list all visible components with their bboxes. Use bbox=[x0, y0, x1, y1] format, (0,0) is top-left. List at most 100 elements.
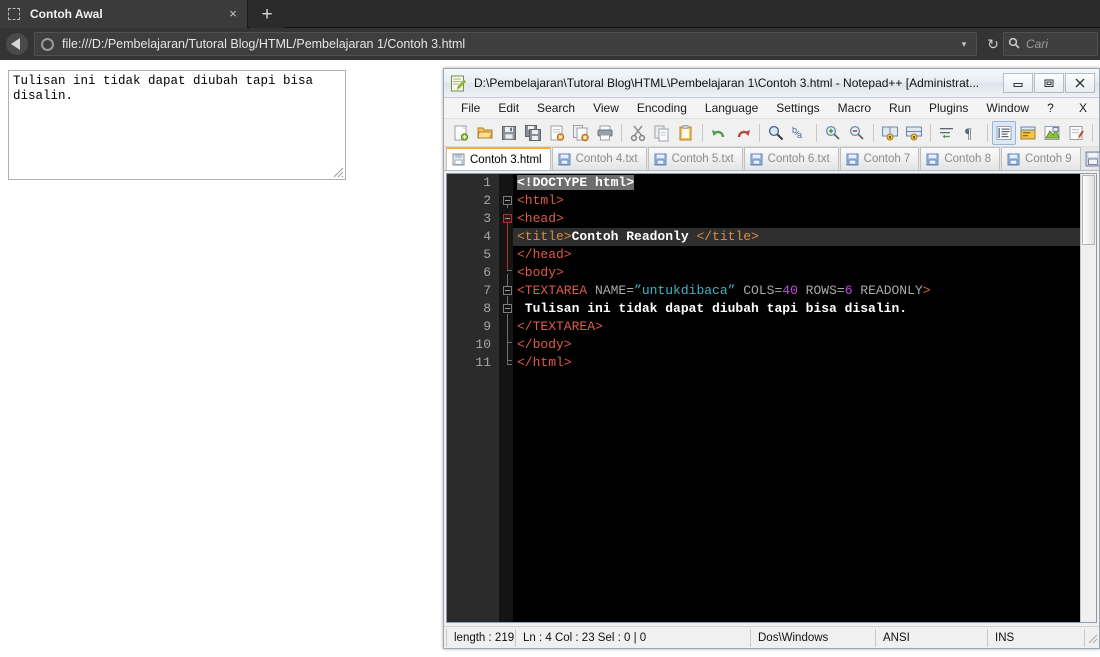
doc-tab-contoh-6-txt[interactable]: Contoh 6.txt bbox=[743, 147, 839, 170]
fold-toggle-line-3[interactable] bbox=[503, 214, 512, 223]
menu-file[interactable]: File bbox=[452, 98, 489, 119]
close-all-icon[interactable] bbox=[569, 121, 593, 145]
code-line-text: <title>Contoh Readonly </title> bbox=[517, 229, 759, 244]
blank-favicon-icon bbox=[8, 8, 20, 20]
menu-plugins[interactable]: Plugins bbox=[920, 98, 977, 119]
menu-settings[interactable]: Settings bbox=[767, 98, 828, 119]
browser-tab[interactable]: Contoh Awal × bbox=[0, 0, 248, 28]
undo-icon[interactable] bbox=[707, 121, 731, 145]
user-define-dialog-icon[interactable] bbox=[1016, 121, 1040, 145]
line-number: 5 bbox=[483, 247, 491, 262]
reload-icon[interactable]: ↻ bbox=[983, 36, 1003, 53]
code-line-1[interactable]: <!DOCTYPE html> bbox=[513, 174, 1080, 192]
doc-tab-contoh-3-html[interactable]: Contoh 3.html bbox=[446, 147, 551, 170]
status-caret-position: Ln : 4 Col : 23 Sel : 0 | 0 bbox=[516, 628, 751, 647]
fold-toggle-line-2[interactable] bbox=[503, 196, 512, 205]
doc-tab-contoh-8[interactable]: Contoh 8 bbox=[920, 147, 1001, 170]
print-icon[interactable] bbox=[593, 121, 617, 145]
code-line-5[interactable]: </head> bbox=[513, 246, 1080, 264]
code-line-8[interactable]: Tulisan ini tidak dapat diubah tapi bisa… bbox=[513, 300, 1080, 318]
new-file-icon[interactable] bbox=[449, 121, 473, 145]
code-line-2[interactable]: <html> bbox=[513, 192, 1080, 210]
document-icon bbox=[654, 153, 667, 165]
svg-text:a: a bbox=[797, 130, 802, 140]
fold-toggle-line-7[interactable] bbox=[503, 304, 512, 313]
code-editor[interactable]: 1 2 3 4 5 6 7 8 9 10 11 <!DOCTYPE html> … bbox=[446, 173, 1097, 623]
line-number: 2 bbox=[483, 193, 491, 208]
code-line-7[interactable]: <TEXTAREA NAME=”untukdibaca” COLS=40 ROW… bbox=[513, 282, 1080, 300]
function-list-icon[interactable] bbox=[1064, 121, 1088, 145]
menu-view[interactable]: View bbox=[584, 98, 628, 119]
address-bar[interactable]: file:///D:/Pembelajaran/Tutoral Blog/HTM… bbox=[34, 32, 977, 56]
doc-tab-contoh-4-txt[interactable]: Contoh 4.txt bbox=[551, 147, 647, 170]
sync-h-scroll-icon[interactable] bbox=[902, 121, 926, 145]
indent-guide-icon[interactable] bbox=[992, 120, 1016, 145]
document-icon bbox=[1007, 153, 1020, 165]
browser-tab-title: Contoh Awal bbox=[30, 7, 103, 21]
code-line-3[interactable]: <head> bbox=[513, 210, 1080, 228]
zoom-out-icon[interactable] bbox=[845, 121, 869, 145]
sync-v-scroll-icon[interactable] bbox=[878, 121, 902, 145]
restore-button[interactable] bbox=[1034, 73, 1064, 93]
window-resize-grip[interactable] bbox=[1085, 631, 1099, 645]
paste-icon[interactable] bbox=[674, 121, 698, 145]
copy-icon[interactable] bbox=[650, 121, 674, 145]
code-folding-margin[interactable] bbox=[499, 174, 513, 622]
doc-tab-contoh-7[interactable]: Contoh 7 bbox=[839, 147, 920, 170]
close-document-button[interactable]: X bbox=[1073, 101, 1099, 115]
editor-vertical-scrollbar[interactable] bbox=[1080, 174, 1096, 622]
cut-icon[interactable] bbox=[626, 121, 650, 145]
back-button-icon[interactable] bbox=[0, 28, 34, 60]
code-line-4[interactable]: <title>Contoh Readonly </title> bbox=[513, 228, 1080, 246]
replace-icon[interactable]: ba bbox=[788, 121, 812, 145]
menu-help[interactable]: ? bbox=[1038, 98, 1063, 119]
identity-circle-icon[interactable] bbox=[41, 37, 54, 51]
document-icon bbox=[926, 153, 939, 165]
code-line-text: </html> bbox=[517, 355, 572, 370]
menu-language[interactable]: Language bbox=[696, 98, 767, 119]
fold-toggle-line-6[interactable] bbox=[503, 286, 512, 295]
line-number: 3 bbox=[483, 211, 491, 226]
scrollbar-thumb[interactable] bbox=[1082, 175, 1095, 245]
word-wrap-icon[interactable] bbox=[935, 121, 959, 145]
toolbar-separator bbox=[816, 123, 817, 142]
save-icon[interactable] bbox=[497, 121, 521, 145]
code-line-text: </head> bbox=[517, 247, 572, 262]
close-file-icon[interactable] bbox=[545, 121, 569, 145]
code-line-11[interactable]: </html> bbox=[513, 354, 1080, 372]
doc-tab-contoh-5-txt[interactable]: Contoh 5.txt bbox=[647, 147, 743, 170]
search-bar[interactable]: Cari bbox=[1003, 32, 1098, 56]
new-tab-button[interactable]: + bbox=[250, 2, 284, 28]
document-icon bbox=[750, 153, 763, 165]
doc-tab-contoh-9[interactable]: Contoh 9 bbox=[1001, 147, 1081, 170]
document-icon bbox=[452, 153, 465, 166]
chevron-down-icon[interactable]: ▾ bbox=[956, 39, 972, 50]
menu-edit[interactable]: Edit bbox=[489, 98, 528, 119]
close-tab-icon[interactable]: × bbox=[225, 6, 241, 22]
tab-list-icon[interactable] bbox=[1084, 150, 1100, 168]
menu-encoding[interactable]: Encoding bbox=[628, 98, 696, 119]
browser-tab-strip: Contoh Awal × + bbox=[0, 0, 1100, 28]
readonly-textarea[interactable]: Tulisan ini tidak dapat diubah tapi bisa… bbox=[8, 70, 346, 180]
doc-map-icon[interactable] bbox=[1040, 121, 1064, 145]
find-icon[interactable] bbox=[764, 121, 788, 145]
notepadpp-title-bar[interactable]: D:\Pembelajaran\Tutoral Blog\HTML\Pembel… bbox=[444, 69, 1099, 98]
code-line-10[interactable]: </body> bbox=[513, 336, 1080, 354]
save-all-icon[interactable] bbox=[521, 121, 545, 145]
menu-run[interactable]: Run bbox=[880, 98, 920, 119]
toolbar-separator bbox=[930, 123, 931, 142]
open-file-icon[interactable] bbox=[473, 121, 497, 145]
menu-search[interactable]: Search bbox=[528, 98, 584, 119]
redo-icon[interactable] bbox=[731, 121, 755, 145]
minimize-button[interactable] bbox=[1003, 73, 1033, 93]
search-input-placeholder[interactable]: Cari bbox=[1026, 37, 1048, 51]
code-line-6[interactable]: <body> bbox=[513, 264, 1080, 282]
code-text-area[interactable]: <!DOCTYPE html> <html> <head> <title>Con… bbox=[513, 174, 1080, 622]
close-window-button[interactable] bbox=[1065, 73, 1095, 93]
menu-window[interactable]: Window bbox=[977, 98, 1038, 119]
menu-macro[interactable]: Macro bbox=[829, 98, 880, 119]
zoom-in-icon[interactable] bbox=[821, 121, 845, 145]
doc-tab-label: Contoh 5.txt bbox=[671, 153, 734, 165]
show-all-chars-icon[interactable]: ¶ bbox=[959, 121, 983, 145]
code-line-9[interactable]: </TEXTAREA> bbox=[513, 318, 1080, 336]
